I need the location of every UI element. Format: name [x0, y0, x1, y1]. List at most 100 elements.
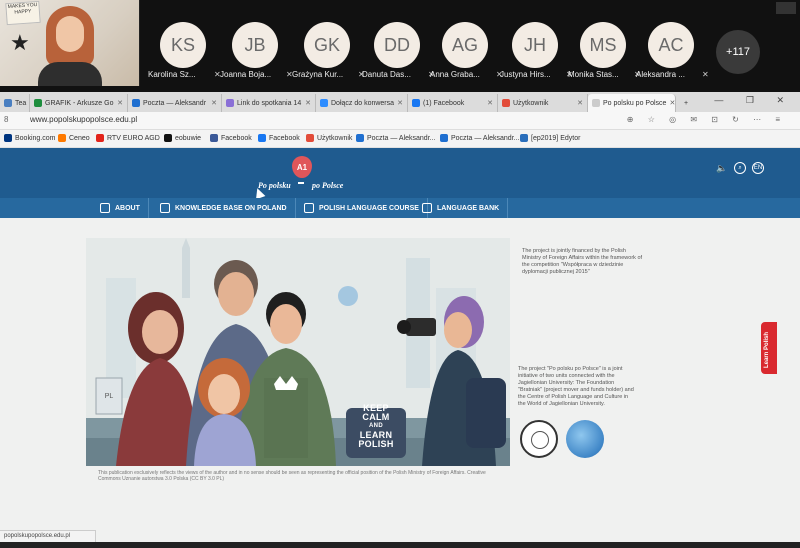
- funding-info-text: The project is jointly financed by the P…: [522, 248, 643, 275]
- browser-tab[interactable]: Po polsku po Polsce ✕: [588, 94, 676, 112]
- nav-item[interactable]: KNOWLEDGE BASE ON POLAND: [152, 198, 296, 218]
- bookmark-favicon-icon: [520, 134, 528, 142]
- address-bar: 8 www.popolskupopolsce.edu.pl ⊕ ☆ ◎ ✉ ⊡ …: [0, 112, 800, 130]
- participant-avatar: JH: [512, 22, 558, 68]
- tab-favicon-icon: [226, 99, 234, 107]
- bookmark-favicon-icon: [258, 134, 266, 142]
- video-call-strip: MAKES YOU HAPPY ★ KS Karolina Sz... ✕ JB Joa…: [0, 0, 800, 92]
- browser-tab[interactable]: Link do spotkania 14 ✕: [222, 94, 316, 112]
- bookmark-item[interactable]: Facebook: [210, 134, 252, 142]
- nav-item-label: ABOUT: [115, 204, 140, 212]
- nav-item[interactable]: POLISH LANGUAGE COURSE: [296, 198, 428, 218]
- participant-tile[interactable]: KS Karolina Sz... ✕: [148, 0, 224, 92]
- bookmark-item[interactable]: RTV EURO AGD: [96, 134, 160, 142]
- tab-close-icon[interactable]: ✕: [669, 99, 675, 107]
- bookmark-item[interactable]: Ceneo: [58, 134, 90, 142]
- tab-favicon-icon: [592, 99, 600, 107]
- tab-favicon-icon: [320, 99, 328, 107]
- address-bar-icons[interactable]: ⊕ ☆ ◎ ✉ ⊡ ↻ ⋯ ≡: [627, 115, 786, 124]
- self-camera-tile[interactable]: MAKES YOU HAPPY ★: [0, 0, 140, 86]
- tab-label: Tea: [15, 99, 27, 107]
- header-icons: 🔈 ⌕ EN: [716, 162, 764, 174]
- website-content: A1 Po polsku po Polsce 🔈 ⌕ EN ABOUT KNOWL…: [0, 148, 800, 548]
- bookmark-label: Facebook: [269, 134, 300, 142]
- search-icon[interactable]: ⌕: [734, 162, 746, 174]
- language-switch-button[interactable]: EN: [752, 162, 764, 174]
- browser-tab[interactable]: GRAFIK - Arkusze Go ✕: [30, 94, 128, 112]
- bookmark-item[interactable]: Poczta — Aleksandr...: [440, 134, 519, 142]
- bookmark-label: Booking.com: [15, 134, 56, 142]
- globe-logo[interactable]: [566, 420, 604, 458]
- learn-polish-tab[interactable]: Learn Polish: [761, 322, 777, 374]
- site-navigation: ABOUT KNOWLEDGE BASE ON POLAND POLISH LANG…: [0, 198, 800, 218]
- tab-close-icon[interactable]: ✕: [305, 99, 311, 107]
- logo-text-po-polsce[interactable]: po Polsce: [312, 181, 343, 190]
- logo-badge[interactable]: A1: [292, 156, 312, 178]
- nav-item[interactable]: ABOUT: [92, 198, 149, 218]
- site-header: A1 Po polsku po Polsce 🔈 ⌕ EN: [0, 148, 800, 200]
- bookmark-favicon-icon: [306, 134, 314, 142]
- tab-label: (1) Facebook: [423, 99, 465, 107]
- participant-tile[interactable]: MS Monika Stas... ✕: [568, 0, 644, 92]
- bookmark-label: eobuwie: [175, 134, 202, 142]
- tab-close-icon[interactable]: ✕: [397, 99, 403, 107]
- tab-close-icon[interactable]: ✕: [211, 99, 217, 107]
- participant-avatar: KS: [160, 22, 206, 68]
- nav-item-label: LANGUAGE BANK: [437, 204, 500, 212]
- camera-person: [38, 6, 102, 86]
- bookmark-favicon-icon: [210, 134, 218, 142]
- bookmark-item[interactable]: Poczta — Aleksandr...: [356, 134, 435, 142]
- bookmark-item[interactable]: [ep2019] Edytor: [520, 134, 580, 142]
- participant-avatar: DD: [374, 22, 420, 68]
- bookmark-item[interactable]: Użytkownik: [306, 134, 352, 142]
- browser-tab[interactable]: Dołącz do konwersa ✕: [316, 94, 408, 112]
- browser-tab[interactable]: Poczta — Aleksandr ✕: [128, 94, 222, 112]
- bookmark-item[interactable]: eobuwie: [164, 134, 201, 142]
- tab-favicon-icon: [502, 99, 510, 107]
- bookmark-item[interactable]: Booking.com: [4, 134, 55, 142]
- tab-bar: Tea✕GRAFIK - Arkusze Go✕Poczta — Aleksan…: [0, 92, 800, 112]
- window-controls[interactable]: — ❐ ✕: [714, 95, 794, 106]
- tab-close-icon[interactable]: ✕: [577, 99, 583, 107]
- nav-item[interactable]: LANGUAGE BANK: [414, 198, 509, 218]
- participant-name: Grażyna Kur...: [292, 70, 344, 79]
- muted-mic-icon: ✕: [702, 70, 709, 79]
- bookmark-item[interactable]: Facebook: [258, 134, 300, 142]
- participant-tile[interactable]: AG Anna Graba... ✕: [430, 0, 506, 92]
- course-icon: [304, 203, 314, 213]
- star-decoration-icon: ★: [10, 30, 30, 55]
- participant-avatar: MS: [580, 22, 626, 68]
- more-participants-button[interactable]: +117: [716, 30, 760, 74]
- participant-tile[interactable]: JB Joanna Boja... ✕: [220, 0, 296, 92]
- browser-tab[interactable]: Tea✕: [0, 94, 30, 112]
- participant-tile[interactable]: GK Grażyna Kur... ✕: [292, 0, 368, 92]
- speaker-icon[interactable]: 🔈: [716, 162, 728, 174]
- bookmark-label: Facebook: [221, 134, 252, 142]
- bookmark-label: RTV EURO AGD: [107, 134, 160, 142]
- participant-tile[interactable]: JH Justyna Hirs... ✕: [500, 0, 576, 92]
- browser-window: Tea✕GRAFIK - Arkusze Go✕Poczta — Aleksan…: [0, 92, 800, 548]
- new-tab-button[interactable]: +: [680, 94, 694, 112]
- nav-item-label: POLISH LANGUAGE COURSE: [319, 204, 419, 212]
- call-menu-icon[interactable]: [776, 2, 796, 14]
- participant-name: Justyna Hirs...: [500, 70, 551, 79]
- bookmark-favicon-icon: [440, 134, 448, 142]
- url-field[interactable]: www.popolskupopolsce.edu.pl: [30, 115, 137, 124]
- bookmarks-bar: Booking.com Ceneo RTV EURO AGD eobuwie Faceb…: [0, 130, 800, 148]
- keep-calm-shirt-text: KEEP CALM AND LEARN POLISH: [358, 403, 394, 449]
- foundation-seal-logo[interactable]: [520, 420, 558, 458]
- status-bar-url: popolskupopolsce.edu.pl: [0, 530, 96, 542]
- participant-name: Monika Stas...: [568, 70, 619, 79]
- participant-avatar: AC: [648, 22, 694, 68]
- participant-tile[interactable]: DD Danuta Das... ✕: [362, 0, 438, 92]
- participant-tile[interactable]: AC Aleksandra ... ✕: [636, 0, 712, 92]
- tab-close-icon[interactable]: ✕: [117, 99, 123, 107]
- participant-name: Joanna Boja...: [220, 70, 272, 79]
- tab-label: Użytkownik: [513, 99, 549, 107]
- taskbar: [0, 542, 800, 548]
- tab-favicon-icon: [4, 99, 12, 107]
- browser-tab[interactable]: Użytkownik ✕: [498, 94, 588, 112]
- tab-close-icon[interactable]: ✕: [487, 99, 493, 107]
- tab-label: GRAFIK - Arkusze Go: [45, 99, 114, 107]
- browser-tab[interactable]: (1) Facebook ✕: [408, 94, 498, 112]
